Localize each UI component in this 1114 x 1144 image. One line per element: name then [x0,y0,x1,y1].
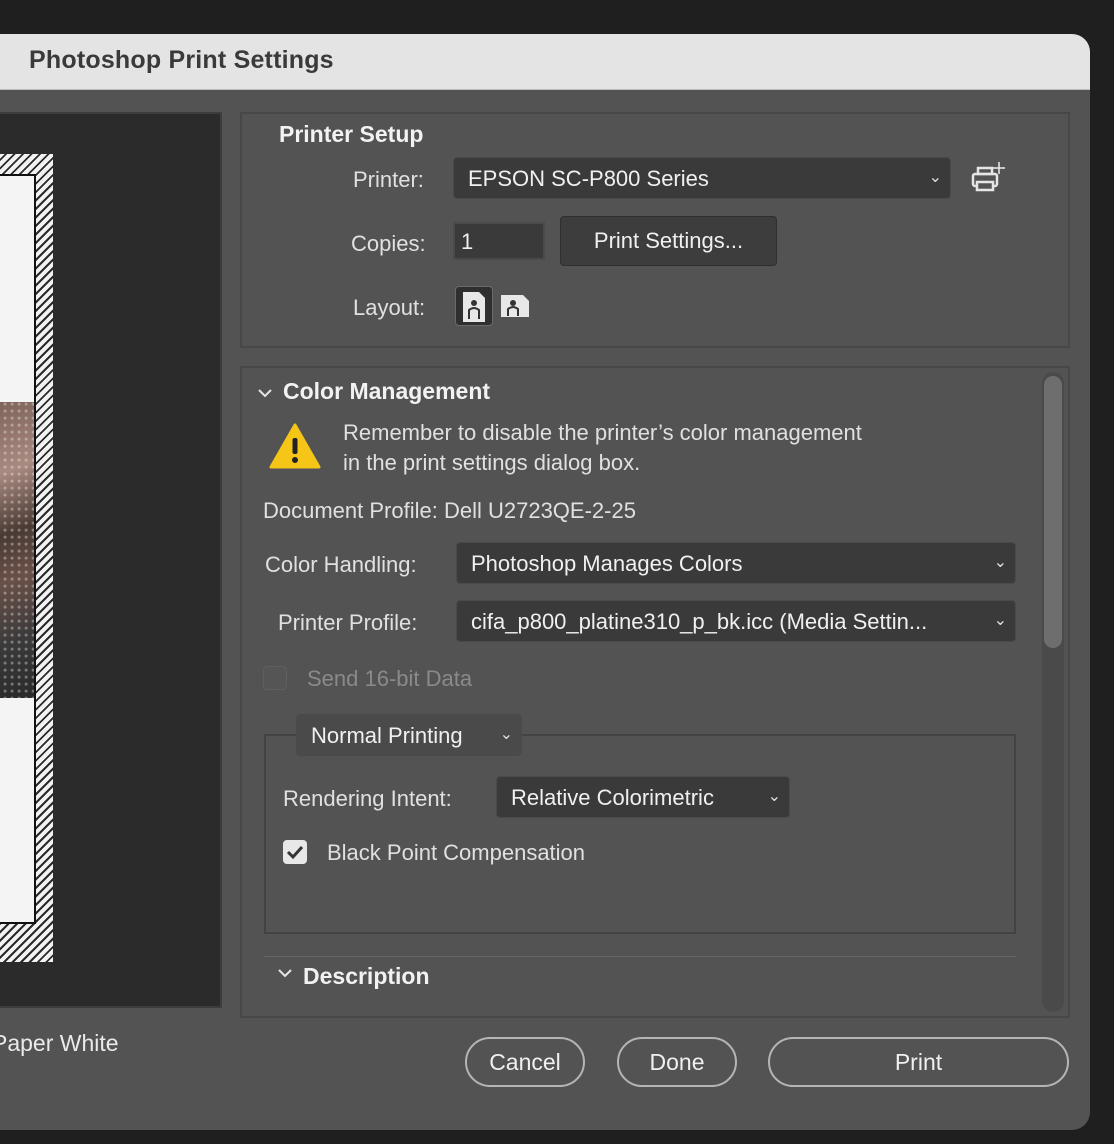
chevron-down-icon: ⌄ [993,554,1007,571]
printing-mode-select[interactable]: Normal Printing ⌄ [296,714,522,756]
print-preview [0,112,222,1008]
chevron-down-icon: ⌄ [767,788,781,805]
color-handling-value: Photoshop Manages Colors [471,551,743,576]
printer-profile-value: cifa_p800_platine310_p_bk.icc (Media Set… [471,609,928,634]
send-16bit-label: Send 16-bit Data [307,666,473,691]
printer-setup-panel: Printer Setup Printer: EPSON SC-P800 Ser… [240,112,1070,348]
printer-select-value: EPSON SC-P800 Series [468,166,709,191]
black-point-compensation-checkbox[interactable] [283,840,307,864]
title-bar: Photoshop Print Settings [0,34,1090,90]
layout-portrait-button[interactable] [455,286,493,326]
printer-profile-select[interactable]: cifa_p800_platine310_p_bk.icc (Media Set… [456,600,1016,642]
printer-add-icon[interactable] [969,160,1009,196]
copies-field[interactable]: 1 [453,222,545,260]
scrollbar-thumb[interactable] [1044,376,1062,648]
send-16bit-checkbox[interactable] [263,666,287,690]
layout-landscape-button[interactable] [498,286,536,326]
rendering-intent-value: Relative Colorimetric [511,785,714,810]
portrait-layout-icon [463,292,485,322]
landscape-layout-icon [501,295,529,317]
color-handling-select[interactable]: Photoshop Manages Colors ⌄ [456,542,1016,584]
dialog-title: Photoshop Print Settings [29,46,334,74]
black-point-compensation-label: Black Point Compensation [327,840,586,865]
print-button[interactable]: Print [768,1037,1069,1087]
chevron-down-icon: ⌄ [993,612,1007,629]
paper-preview [0,154,53,962]
color-management-panel: Color Management Remember to disable the… [240,366,1070,1018]
chevron-down-icon: ⌄ [928,169,942,186]
printer-select[interactable]: EPSON SC-P800 Series ⌄ [453,157,951,199]
printable-area [0,174,36,924]
photo-preview [0,402,34,698]
warning-icon [269,423,321,469]
paper-label: Paper White [0,1030,119,1057]
chevron-down-icon[interactable] [256,386,274,400]
rendering-intent-label: Rendering Intent: [283,786,452,811]
copies-label: Copies: [351,231,426,256]
printing-mode-group: Rendering Intent: Relative Colorimetric … [264,734,1016,934]
print-settings-button[interactable]: Print Settings... [560,216,777,266]
warning-text: Remember to disable the printer’s color … [343,420,862,475]
section-divider [264,956,1016,957]
done-button[interactable]: Done [617,1037,737,1087]
printing-mode-value: Normal Printing [311,723,463,748]
color-management-title: Color Management [283,378,491,404]
layout-label: Layout: [353,295,426,320]
description-title: Description [303,963,430,989]
color-handling-label: Color Handling: [265,552,417,577]
document-profile: Document Profile: Dell U2723QE-2-25 [263,498,636,523]
printer-profile-label: Printer Profile: [278,610,418,635]
printer-setup-title: Printer Setup [279,121,424,147]
printer-label: Printer: [353,167,424,192]
chevron-down-icon[interactable] [276,966,294,980]
print-settings-dialog: Photoshop Print Settings Paper White Pri… [0,34,1090,1130]
cancel-button[interactable]: Cancel [465,1037,585,1087]
chevron-down-icon: ⌄ [499,726,513,743]
paper-label-text: Paper White [0,1030,119,1056]
rendering-intent-select[interactable]: Relative Colorimetric ⌄ [496,776,790,818]
checkmark-icon [286,845,304,860]
